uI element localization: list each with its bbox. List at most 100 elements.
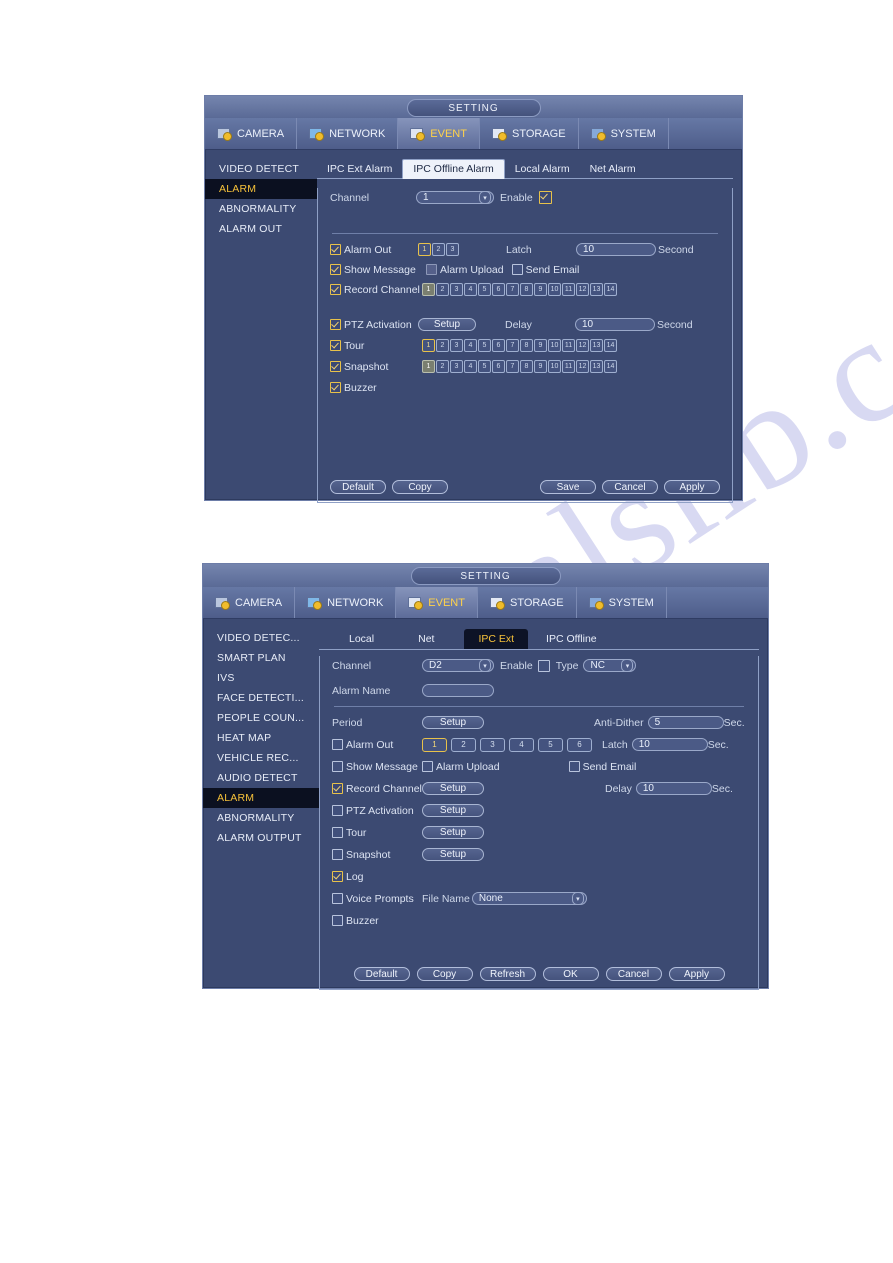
subtab-ipc-offline[interactable]: IPC Offline <box>532 629 611 649</box>
show-message-checkbox-group[interactable]: Show Message <box>330 264 418 276</box>
tour-chip[interactable]: 5 <box>478 339 491 352</box>
channel-select[interactable]: 1 ▾ <box>416 191 494 204</box>
copy-button[interactable]: Copy <box>392 480 448 494</box>
alarm-upload-checkbox[interactable] <box>422 761 433 772</box>
record-channel-chip[interactable]: 3 <box>450 283 463 296</box>
sidebar-item-alarm[interactable]: ALARM <box>205 179 317 199</box>
default-button[interactable]: Default <box>330 480 386 494</box>
record-channel-chip[interactable]: 13 <box>590 283 603 296</box>
show-message-checkbox-group[interactable]: Show Message <box>332 761 422 773</box>
record-channel-chip[interactable]: 6 <box>492 283 505 296</box>
tour-chip[interactable]: 12 <box>576 339 589 352</box>
anti-dither-input[interactable]: 5 <box>647 716 724 729</box>
subtab-local-alarm[interactable]: Local Alarm <box>505 160 580 178</box>
snapshot-checkbox[interactable] <box>330 361 341 372</box>
snapshot-chip[interactable]: 11 <box>562 360 575 373</box>
save-button[interactable]: Save <box>540 480 596 494</box>
tour-chip[interactable]: 14 <box>604 339 617 352</box>
tour-chip[interactable]: 2 <box>436 339 449 352</box>
tour-chip[interactable]: 7 <box>506 339 519 352</box>
snapshot-chip[interactable]: 10 <box>548 360 561 373</box>
alarm-out-chip[interactable]: 5 <box>538 737 563 752</box>
alarm-upload-checkbox[interactable] <box>426 264 437 275</box>
alarm-out-chip[interactable]: 6 <box>567 737 592 752</box>
send-email-checkbox[interactable] <box>568 761 580 772</box>
latch-input[interactable]: 10 <box>576 243 656 256</box>
snapshot-chip[interactable]: 1 <box>422 360 435 373</box>
enable-checkbox[interactable] <box>538 191 552 204</box>
copy-button[interactable]: Copy <box>416 967 473 981</box>
apply-button[interactable]: Apply <box>668 967 725 981</box>
subtab-ipc-offline-alarm[interactable]: IPC Offline Alarm <box>402 159 505 179</box>
alarm-out-chip[interactable]: 1 <box>418 243 431 256</box>
tab-network[interactable]: NETWORK <box>295 587 397 618</box>
sidebar-item-abnormality[interactable]: ABNORMALITY <box>203 808 319 828</box>
record-channel-chip[interactable]: 5 <box>478 283 491 296</box>
tab-storage[interactable]: STORAGE <box>480 118 579 149</box>
tab-network[interactable]: NETWORK <box>297 118 399 149</box>
ptz-activation-checkbox-group[interactable]: PTZ Activation <box>330 319 418 331</box>
tour-chip-row[interactable]: 1 2 3 4 5 6 7 8 9 10 11 12 13 14 <box>422 339 617 352</box>
alarm-out-chip-row[interactable]: 1 2 3 <box>418 243 459 256</box>
snapshot-chip[interactable]: 3 <box>450 360 463 373</box>
snapshot-chip[interactable]: 14 <box>604 360 617 373</box>
tab-camera[interactable]: CAMERA <box>205 118 298 149</box>
snapshot-chip[interactable]: 4 <box>464 360 477 373</box>
snapshot-chip[interactable]: 13 <box>590 360 603 373</box>
buzzer-checkbox-group[interactable]: Buzzer <box>332 915 379 927</box>
tour-checkbox[interactable] <box>332 827 343 838</box>
record-channel-chip[interactable]: 11 <box>562 283 575 296</box>
alarm-out-chip[interactable]: 3 <box>480 737 505 752</box>
record-channel-chip[interactable]: 1 <box>422 283 435 296</box>
snapshot-chip[interactable]: 7 <box>506 360 519 373</box>
alarm-out-checkbox-group[interactable]: Alarm Out <box>330 244 418 256</box>
record-channel-chip[interactable]: 14 <box>604 283 617 296</box>
tab-storage[interactable]: STORAGE <box>478 587 577 618</box>
alarm-out-chip[interactable]: 2 <box>451 737 476 752</box>
alarm-out-checkbox[interactable] <box>332 739 343 750</box>
tour-chip[interactable]: 3 <box>450 339 463 352</box>
sidebar-item-alarm[interactable]: ALARM <box>203 788 319 808</box>
subtab-ipc-ext[interactable]: IPC Ext <box>464 629 529 649</box>
show-message-checkbox[interactable] <box>332 761 343 772</box>
voice-prompts-checkbox-group[interactable]: Voice Prompts <box>332 893 422 905</box>
subtab-net-alarm[interactable]: Net Alarm <box>580 160 646 178</box>
tab-camera[interactable]: CAMERA <box>203 587 296 618</box>
tour-chip[interactable]: 8 <box>520 339 533 352</box>
log-checkbox[interactable] <box>332 871 343 882</box>
channel-select[interactable]: D2 ▾ <box>422 659 494 672</box>
snapshot-chip-row[interactable]: 1 2 3 4 5 6 7 8 9 10 11 12 13 14 <box>422 360 617 373</box>
refresh-button[interactable]: Refresh <box>479 967 536 981</box>
tour-setup-button[interactable]: Setup <box>422 826 484 839</box>
snapshot-checkbox-group[interactable]: Snapshot <box>330 361 422 373</box>
sidebar-item-face-detection[interactable]: FACE DETECTI... <box>203 688 319 708</box>
tour-chip[interactable]: 1 <box>422 339 435 352</box>
sidebar-item-heat-map[interactable]: HEAT MAP <box>203 728 319 748</box>
tour-chip[interactable]: 4 <box>464 339 477 352</box>
send-email-checkbox-group[interactable]: Send Email <box>511 264 579 276</box>
record-channel-chip[interactable]: 8 <box>520 283 533 296</box>
alarm-out-chip[interactable]: 3 <box>446 243 459 256</box>
delay-input[interactable]: 10 <box>635 782 712 795</box>
record-channel-chip[interactable]: 10 <box>548 283 561 296</box>
subtab-net[interactable]: Net <box>404 629 448 649</box>
record-channel-chip[interactable]: 9 <box>534 283 547 296</box>
type-select[interactable]: NC ▾ <box>583 659 637 672</box>
sidebar-item-abnormality[interactable]: ABNORMALITY <box>205 199 317 219</box>
tab-event[interactable]: EVENT <box>396 587 478 618</box>
alarm-out-chip[interactable]: 1 <box>422 737 447 752</box>
cancel-button[interactable]: Cancel <box>602 480 658 494</box>
ptz-activation-checkbox-group[interactable]: PTZ Activation <box>332 805 422 817</box>
tour-chip[interactable]: 6 <box>492 339 505 352</box>
tour-checkbox-group[interactable]: Tour <box>332 827 422 839</box>
buzzer-checkbox[interactable] <box>332 915 343 926</box>
apply-button[interactable]: Apply <box>664 480 720 494</box>
record-channel-chip[interactable]: 4 <box>464 283 477 296</box>
default-button[interactable]: Default <box>353 967 410 981</box>
sidebar-item-audio-detect[interactable]: AUDIO DETECT <box>203 768 319 788</box>
ptz-setup-button[interactable]: Setup <box>418 318 476 331</box>
sidebar-item-video-detect[interactable]: VIDEO DETECT <box>205 159 317 179</box>
snapshot-chip[interactable]: 9 <box>534 360 547 373</box>
sidebar-item-alarm-out[interactable]: ALARM OUT <box>205 219 317 239</box>
record-channel-chip-row[interactable]: 1 2 3 4 5 6 7 8 9 10 11 12 13 14 <box>422 283 617 296</box>
